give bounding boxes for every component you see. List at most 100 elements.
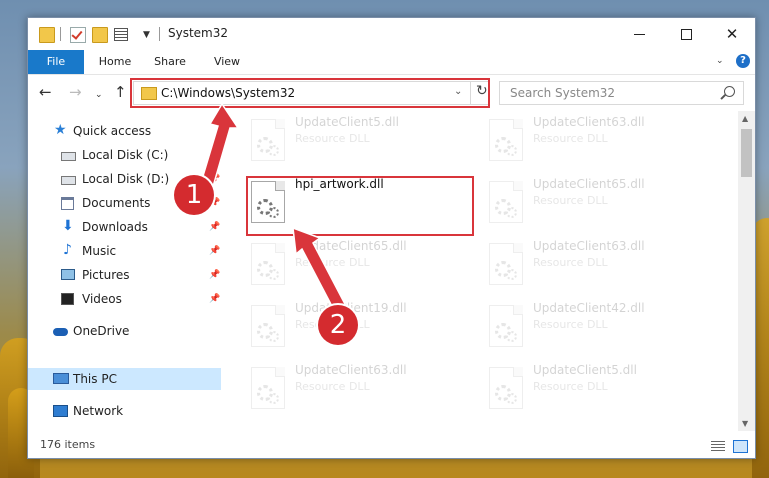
help-icon[interactable]: ? <box>736 54 750 68</box>
forward-button[interactable]: → <box>69 84 82 100</box>
file-type: Resource DLL <box>533 318 608 331</box>
step-badge-2: 2 <box>318 305 358 345</box>
file-name: UpdateClient42.dll <box>533 301 645 315</box>
large-icons-view-icon[interactable] <box>733 440 748 453</box>
sidebar-item-label: Pictures <box>82 268 130 282</box>
file-item[interactable]: UpdateClient63.dll Resource DLL <box>246 361 476 413</box>
file-type: Resource DLL <box>533 256 608 269</box>
address-bar[interactable]: C:\Windows\System32 ⌄ ↻ <box>133 81 490 105</box>
new-folder-icon[interactable] <box>92 27 108 43</box>
file-item[interactable]: UpdateClient63.dll Resource DLL <box>484 113 714 165</box>
pin-icon[interactable]: 📌 <box>209 216 220 238</box>
sidebar-item-pictures[interactable]: Pictures 📌 <box>28 264 221 286</box>
sidebar-item-label: Quick access <box>73 124 152 138</box>
computer-icon <box>53 373 69 384</box>
expand-ribbon-icon[interactable]: ⌄ <box>716 56 724 66</box>
file-type: Resource DLL <box>533 380 608 393</box>
close-button[interactable]: ✕ <box>709 18 755 50</box>
dll-file-icon <box>489 367 523 409</box>
back-button[interactable]: ← <box>39 84 52 100</box>
pin-icon[interactable]: 📌 <box>209 288 220 310</box>
refresh-icon[interactable]: ↻ <box>476 83 488 99</box>
step-badge-1: 1 <box>174 175 214 215</box>
pin-icon[interactable]: 📌 <box>209 144 220 166</box>
properties-check-icon[interactable] <box>70 27 86 43</box>
sidebar-item-label: This PC <box>73 372 117 386</box>
file-type: Resource DLL <box>533 132 608 145</box>
file-item[interactable]: UpdateClient63.dll Resource DLL <box>484 237 714 289</box>
file-name: UpdateClient65.dll <box>295 239 407 253</box>
file-item[interactable]: UpdateClient5.dll Resource DLL <box>484 361 714 413</box>
pictures-icon <box>61 269 75 280</box>
search-icon[interactable] <box>724 86 735 97</box>
pin-icon[interactable]: 📌 <box>209 264 220 286</box>
address-path[interactable]: C:\Windows\System32 <box>161 86 295 100</box>
tab-share[interactable]: Share <box>145 50 195 74</box>
sidebar-item-label: Network <box>73 404 124 418</box>
maximize-button[interactable] <box>663 18 709 50</box>
sidebar-item-network[interactable]: Network <box>28 400 221 422</box>
network-icon <box>53 405 68 417</box>
folder-icon <box>39 27 55 43</box>
sidebar-item-videos[interactable]: Videos 📌 <box>28 288 221 310</box>
scroll-down-icon[interactable]: ▼ <box>742 419 748 428</box>
customize-toolbar-icon[interactable] <box>114 27 128 41</box>
quick-access-dropdown-icon[interactable]: ▼ <box>143 30 150 40</box>
file-item[interactable]: UpdateClient65.dll Resource DLL <box>246 237 476 289</box>
up-button[interactable]: ↑ <box>114 84 127 100</box>
tab-view[interactable]: View <box>202 50 252 74</box>
file-name: UpdateClient63.dll <box>533 115 645 129</box>
dll-file-icon <box>489 305 523 347</box>
recent-locations-icon[interactable]: ⌄ <box>95 87 103 103</box>
file-type: Resource DLL <box>295 256 370 269</box>
sidebar-item-local-disk-c[interactable]: Local Disk (C:) 📌 <box>28 144 221 166</box>
address-dropdown-icon[interactable]: ⌄ <box>454 86 462 97</box>
separator <box>470 82 471 104</box>
drive-icon <box>61 176 76 185</box>
sidebar-item-music[interactable]: ♪ Music 📌 <box>28 240 221 262</box>
file-item[interactable]: UpdateClient65.dll Resource DLL <box>484 175 714 227</box>
sidebar-item-label: Local Disk (C:) <box>82 148 169 162</box>
search-box[interactable] <box>499 81 744 105</box>
maximize-icon <box>681 29 692 40</box>
ribbon-tabs: File Home Share View ⌄ ? <box>28 50 755 75</box>
dll-file-icon <box>251 181 285 223</box>
file-type: Resource DLL <box>533 194 608 207</box>
minimize-button[interactable] <box>617 18 663 50</box>
vertical-scrollbar[interactable]: ▲ ▼ <box>738 111 755 431</box>
sidebar-item-quick-access[interactable]: ★ Quick access <box>28 120 221 142</box>
scrollbar-thumb[interactable] <box>741 129 752 177</box>
dll-file-icon <box>251 119 285 161</box>
separator <box>60 27 61 41</box>
download-icon: ⬇ <box>62 218 74 234</box>
dll-file-icon <box>251 243 285 285</box>
gear-icon <box>268 207 279 218</box>
gear-icon <box>268 269 279 280</box>
sidebar-item-label: Documents <box>82 196 151 210</box>
scroll-up-icon[interactable]: ▲ <box>742 114 748 123</box>
details-view-icon[interactable] <box>711 441 725 451</box>
star-icon: ★ <box>54 122 67 138</box>
sidebar-item-onedrive[interactable]: OneDrive <box>28 320 221 342</box>
videos-icon <box>61 293 74 305</box>
sidebar-item-downloads[interactable]: ⬇ Downloads 📌 <box>28 216 221 238</box>
file-item-hpi-artwork[interactable]: hpi_artwork.dll <box>246 175 476 227</box>
file-list: UpdateClient5.dll Resource DLL UpdateCli… <box>243 111 738 426</box>
sidebar-item-label: Videos <box>82 292 122 306</box>
music-icon: ♪ <box>63 242 72 258</box>
file-item[interactable]: UpdateClient19.dll Resource DLL <box>246 299 476 351</box>
file-item[interactable]: UpdateClient42.dll Resource DLL <box>484 299 714 351</box>
sidebar-item-label: Downloads <box>82 220 148 234</box>
tab-home[interactable]: Home <box>90 50 140 74</box>
file-name: hpi_artwork.dll <box>295 177 384 191</box>
dll-file-icon <box>489 181 523 223</box>
gear-icon <box>506 393 517 404</box>
status-bar: 176 items <box>28 432 755 458</box>
file-item[interactable]: UpdateClient5.dll Resource DLL <box>246 113 476 165</box>
navigation-bar: ← → ⌄ ↑ C:\Windows\System32 ⌄ ↻ <box>28 75 755 111</box>
pin-icon[interactable]: 📌 <box>209 240 220 262</box>
sidebar-item-this-pc[interactable]: This PC <box>28 368 221 390</box>
search-input[interactable] <box>508 85 712 101</box>
tab-file[interactable]: File <box>28 50 84 74</box>
file-name: UpdateClient5.dll <box>295 115 399 129</box>
